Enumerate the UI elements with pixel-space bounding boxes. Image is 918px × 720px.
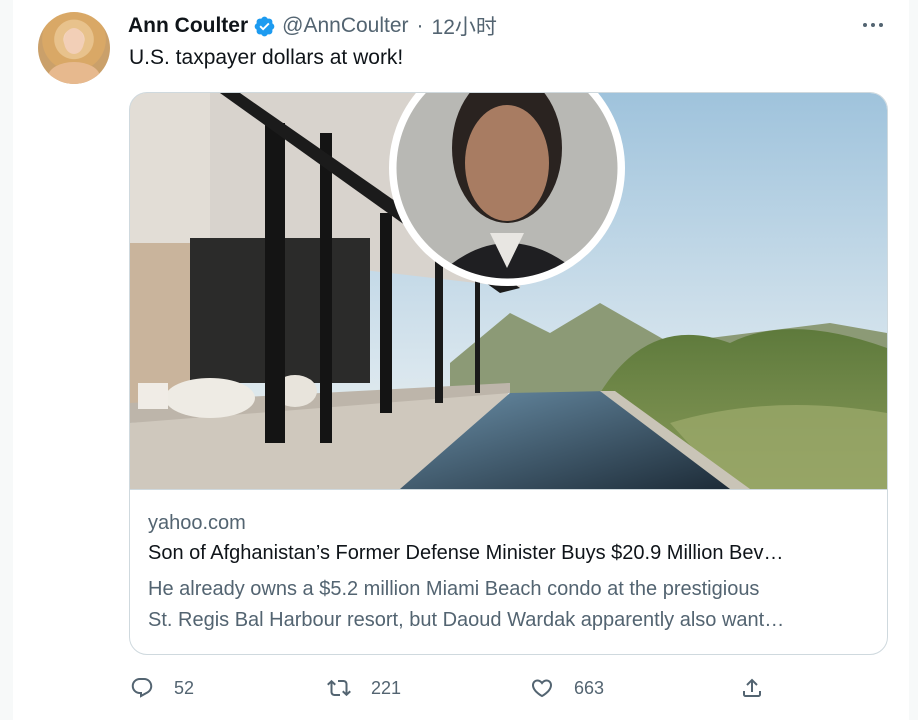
separator-dot: · [416,14,424,37]
link-card[interactable]: yahoo.com Son of Afghanistan’s Former De… [129,92,888,655]
retweet-button[interactable]: 221 [327,673,401,703]
card-description-line-2: St. Regis Bal Harbour resort, but Daoud … [148,609,785,631]
author-handle[interactable]: @AnnCoulter [282,14,408,38]
reply-button[interactable]: 52 [130,673,194,703]
author-avatar[interactable] [38,12,110,84]
card-info[interactable]: yahoo.com Son of Afghanistan’s Former De… [130,489,887,654]
retweet-icon [327,679,351,697]
card-description-line-1: He already owns a $5.2 million Miami Bea… [148,578,760,600]
tweet-header: Ann Coulter @AnnCoulter · 12小时 [128,10,497,42]
avatar-face [64,28,84,54]
retweet-count: 221 [371,677,402,698]
tweet-actions: 52 221 663 [0,673,918,703]
share-button[interactable] [740,673,764,703]
like-button[interactable]: 663 [530,673,604,703]
tweet-timestamp[interactable]: 12小时 [432,11,497,41]
share-icon [743,678,761,697]
card-title: Son of Afghanistan’s Former Defense Mini… [148,542,784,564]
tweet-text: U.S. taxpayer dollars at work! [129,46,404,69]
verified-badge-icon [254,16,275,36]
card-domain: yahoo.com [148,512,246,534]
card-image[interactable] [130,93,887,489]
more-icon[interactable] [860,14,886,36]
author-name[interactable]: Ann Coulter [128,14,248,38]
reply-icon [131,678,153,698]
avatar-shoulders [48,62,100,84]
card-description: He already owns a $5.2 million Miami Bea… [148,574,866,636]
left-gutter [0,0,13,720]
reply-count: 52 [174,677,195,698]
like-icon [531,679,553,698]
like-count: 663 [574,677,605,698]
right-gutter [909,0,918,720]
